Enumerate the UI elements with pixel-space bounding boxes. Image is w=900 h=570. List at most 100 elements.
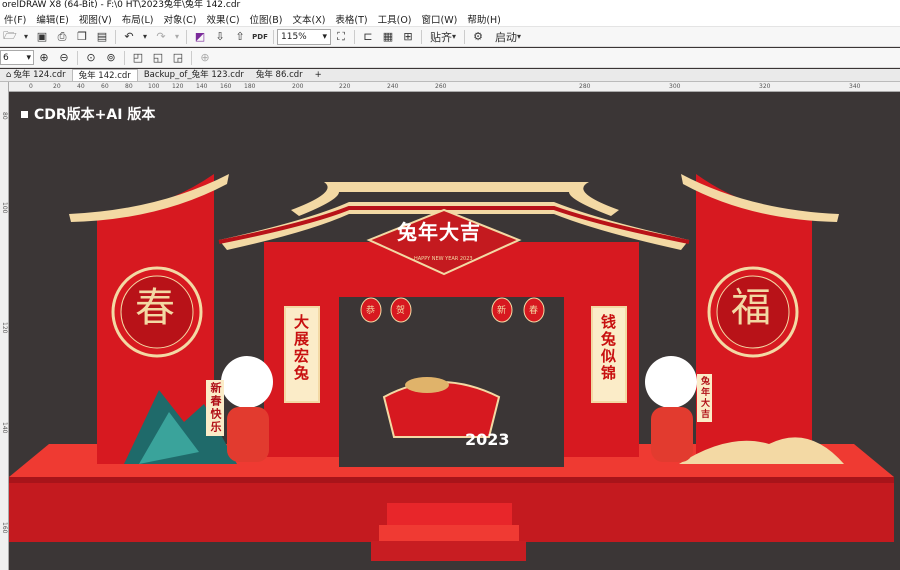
zoom-width-icon[interactable]: ◱ [150, 50, 166, 66]
tab-document[interactable]: ⌂ 兔年 124.cdr [0, 69, 72, 81]
menu-tools[interactable]: 工具(O) [374, 12, 418, 26]
separator [273, 29, 274, 44]
paste-icon[interactable]: ▤ [94, 29, 110, 45]
left-rabbit-body [227, 407, 269, 462]
open-icon[interactable]: 🗁 [2, 29, 18, 45]
show-guidelines-icon[interactable]: ⊞ [400, 29, 416, 45]
right-rabbit-body [651, 407, 693, 462]
menu-object[interactable]: 对象(C) [159, 12, 202, 26]
zoom-selected-icon[interactable]: ⊙ [83, 50, 99, 66]
step-bottom [371, 541, 526, 561]
zoom-level-select[interactable]: 115% ▾ [277, 28, 331, 45]
redo-icon[interactable]: ↷ [153, 29, 169, 45]
separator [421, 29, 422, 44]
ruler-tick: 160 [1, 522, 8, 534]
menu-edit[interactable]: 编辑(E) [32, 12, 74, 26]
print-icon[interactable]: ⎙ [54, 29, 70, 45]
home-icon: ⌂ [6, 70, 12, 80]
right-rabbit-scroll-text: 兔年大吉 [697, 374, 712, 422]
ruler-tick: 220 [339, 83, 351, 90]
zoom-height-icon[interactable]: ◲ [170, 50, 186, 66]
copy-icon[interactable]: ❐ [74, 29, 90, 45]
drawing-canvas[interactable]: CDR版本+AI 版本 兔年大吉 HAPPY NEW YEAR 2023 春 福… [9, 92, 900, 570]
ruler-tick: 0 [29, 83, 33, 90]
chevron-down-icon: ▾ [26, 52, 31, 63]
property-bar: 6 ▾ ⊕ ⊖ ⊙ ⊚ ◰ ◱ ◲ ⊕ [0, 48, 900, 68]
add-icon[interactable]: ⊕ [197, 50, 213, 66]
lantern-text: 春 [529, 306, 539, 316]
show-rulers-icon[interactable]: ⊏ [360, 29, 376, 45]
zoom-page-icon[interactable]: ◰ [130, 50, 146, 66]
zoom-value: 115% [281, 31, 307, 42]
ruler-tick: 260 [435, 83, 447, 90]
lantern-text: 新 [497, 306, 507, 316]
size-value: 6 [3, 52, 9, 63]
show-grid-icon[interactable]: ▦ [380, 29, 396, 45]
menu-window[interactable]: 窗口(W) [418, 12, 464, 26]
right-pillar-character: 福 [731, 285, 771, 331]
ruler-tick: 80 [1, 112, 8, 120]
save-icon[interactable]: ▣ [34, 29, 50, 45]
ruler-tick: 100 [148, 83, 160, 90]
new-tab-button[interactable]: + [309, 69, 328, 81]
launch-button[interactable]: 启动 ▾ [490, 29, 526, 45]
import-icon[interactable]: ⇩ [212, 29, 228, 45]
ruler-tick: 140 [1, 422, 8, 434]
tab-label: 兔年 142.cdr [78, 70, 131, 81]
tab-document[interactable]: Backup_of_兔年 123.cdr [138, 69, 250, 81]
zoom-in-icon[interactable]: ⊕ [36, 50, 52, 66]
tab-document[interactable]: 兔年 86.cdr [250, 69, 309, 81]
zoom-out-icon[interactable]: ⊖ [56, 50, 72, 66]
redo-dropdown-icon[interactable]: ▾ [173, 29, 181, 45]
zoom-all-icon[interactable]: ⊚ [103, 50, 119, 66]
left-scroll-text: 大展宏兔 [292, 314, 310, 382]
window-title: orelDRAW X8 (64-Bit) - F:\0 HT\2023兔年\兔年… [0, 0, 900, 11]
menu-help[interactable]: 帮助(H) [463, 12, 507, 26]
separator [77, 50, 78, 65]
undo-dropdown-icon[interactable]: ▾ [141, 29, 149, 45]
menu-file[interactable]: 件(F) [0, 12, 32, 26]
ruler-tick: 80 [125, 83, 133, 90]
stage-artwork[interactable] [9, 92, 900, 570]
separator [124, 50, 125, 65]
horizontal-ruler[interactable]: 0 20 40 60 80 100 120 140 160 180 200 22… [9, 82, 900, 92]
menu-text[interactable]: 文本(X) [288, 12, 331, 26]
ruler-tick: 100 [1, 202, 8, 214]
separator [191, 50, 192, 65]
menu-view[interactable]: 视图(V) [75, 12, 118, 26]
banner-subtitle: HAPPY NEW YEAR 2023 [414, 256, 473, 262]
chevron-down-icon: ▾ [322, 31, 327, 42]
ruler-tick: 320 [759, 83, 771, 90]
separator [464, 29, 465, 44]
size-select[interactable]: 6 ▾ [0, 50, 34, 65]
ruler-tick: 20 [53, 83, 61, 90]
pdf-icon[interactable]: PDF [252, 29, 268, 45]
left-rabbit-head [221, 356, 273, 408]
lantern-text: 贺 [396, 306, 406, 316]
ruler-tick: 40 [77, 83, 85, 90]
separator [186, 29, 187, 44]
menu-bitmap[interactable]: 位图(B) [246, 12, 289, 26]
full-screen-icon[interactable]: ⛶ [333, 29, 349, 45]
left-pillar-character: 春 [135, 285, 175, 331]
golden-rabbit [405, 377, 449, 393]
ruler-tick: 180 [244, 83, 256, 90]
banner-title: 兔年大吉 [397, 220, 481, 244]
undo-icon[interactable]: ↶ [121, 29, 137, 45]
plus-icon: + [314, 70, 322, 80]
options-gear-icon[interactable]: ⚙ [470, 29, 486, 45]
search-content-icon[interactable]: ◩ [192, 29, 208, 45]
menu-effects[interactable]: 效果(C) [203, 12, 246, 26]
dropdown-arrow-icon[interactable]: ▾ [22, 29, 30, 45]
ruler-tick: 140 [196, 83, 208, 90]
chevron-down-icon: ▾ [516, 32, 521, 41]
separator [115, 29, 116, 44]
tab-document-active[interactable]: 兔年 142.cdr [71, 69, 138, 81]
menu-table[interactable]: 表格(T) [331, 12, 373, 26]
tab-label: 兔年 86.cdr [255, 70, 303, 80]
snap-label: 贴齐 [429, 30, 452, 44]
menu-layout[interactable]: 布局(L) [118, 12, 160, 26]
vertical-ruler[interactable]: 80 100 120 140 160 [0, 82, 9, 570]
export-icon[interactable]: ⇧ [232, 29, 248, 45]
snap-to-button[interactable]: 贴齐 ▾ [427, 29, 459, 45]
